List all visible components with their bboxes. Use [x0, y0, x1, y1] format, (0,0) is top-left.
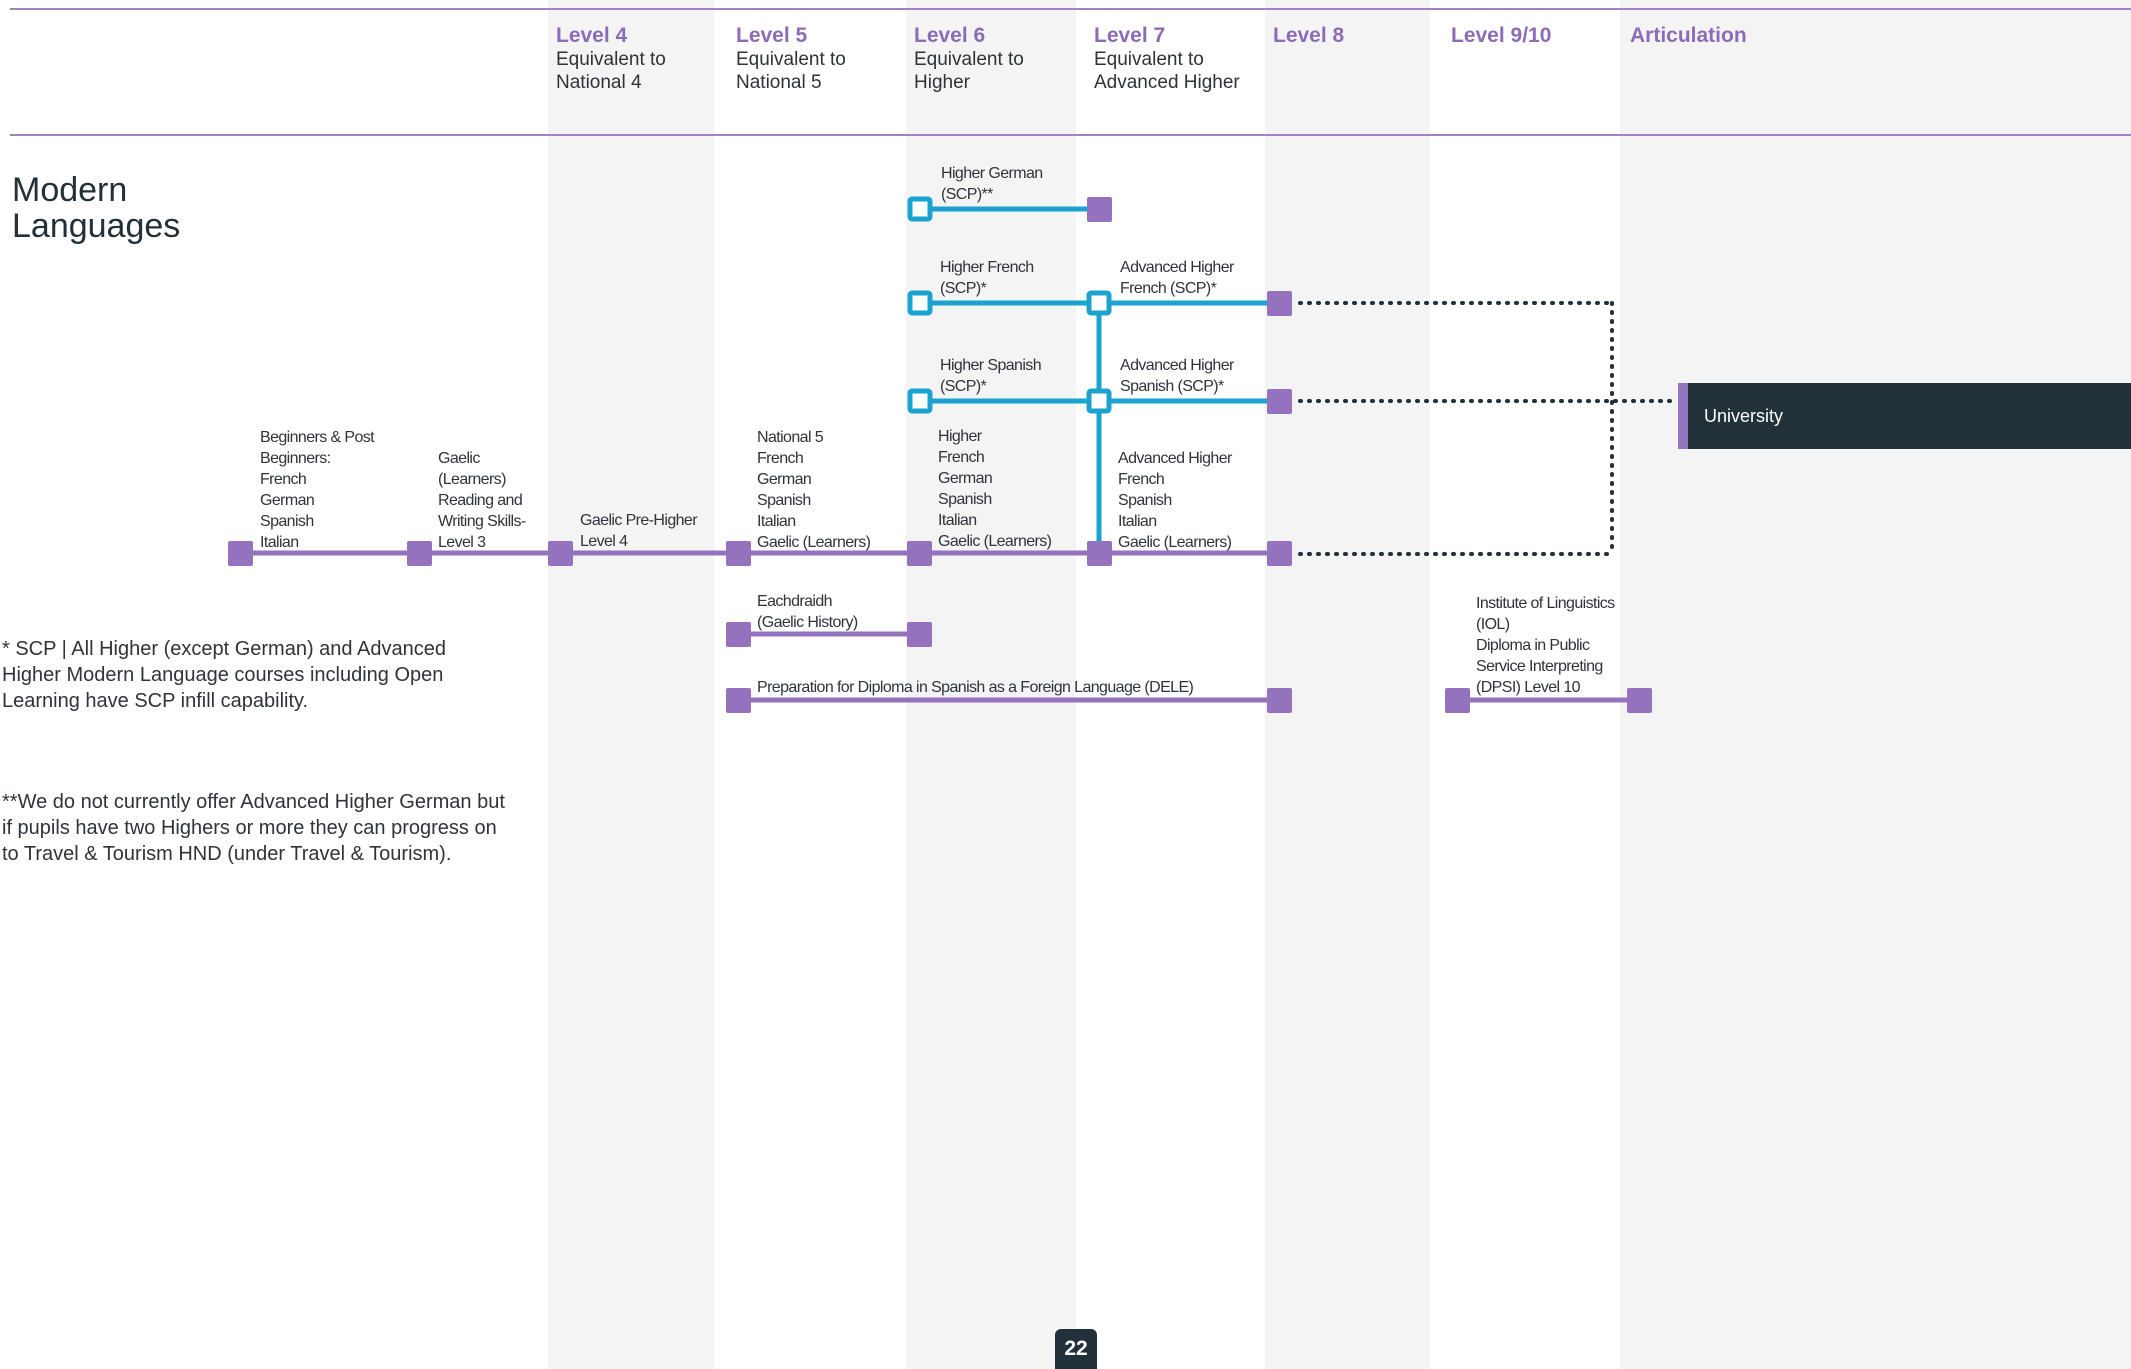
adv-spanish-label: Advanced Higher Spanish (SCP)* [1120, 357, 1234, 395]
eachdraidh-label: Eachdraidh (Gaelic History) [757, 593, 858, 631]
gaelic-level3-node [407, 541, 432, 566]
advanced-higher-node [1087, 541, 1112, 566]
higher-german-end-node [1087, 197, 1112, 222]
eachdraidh-start-node [726, 622, 751, 647]
national5-label: National 5 French German Spanish Italian… [757, 429, 871, 551]
scp-footnote: * SCP | All Higher (except German) and A… [2, 638, 446, 712]
eachdraidh-end-node [907, 622, 932, 647]
iol-start-node [1445, 688, 1470, 713]
adv-french-end-node [1267, 291, 1292, 316]
higher-node [907, 541, 932, 566]
adv-french-label: Advanced Higher French (SCP)* [1120, 259, 1234, 297]
dele-start-node [726, 688, 751, 713]
dele-end-node [1267, 688, 1292, 713]
beginners-label: Beginners & Post Beginners: French Germa… [260, 429, 375, 551]
iol-end-node [1627, 688, 1652, 713]
higher-german-label: Higher German (SCP)** [941, 165, 1043, 203]
gaelic-learners-label: Gaelic (Learners) Reading and Writing Sk… [438, 450, 526, 551]
gaelic-pre-higher-label: Gaelic Pre-Higher Level 4 [580, 512, 698, 550]
higher-spanish-label: Higher Spanish (SCP)* [940, 357, 1042, 395]
level8-main-node [1267, 541, 1292, 566]
higher-list-label: Higher French German Spanish Italian Gae… [938, 428, 1052, 550]
page-number: 22 [1055, 1329, 1097, 1369]
german-footnote: **We do not currently offer Advanced Hig… [2, 791, 505, 865]
higher-french-label: Higher French (SCP)* [940, 259, 1034, 297]
national5-node [726, 541, 751, 566]
adv-spanish-end-node [1267, 389, 1292, 414]
university-destination: University [1678, 383, 2131, 449]
dele-label: Preparation for Diploma in Spanish as a … [757, 679, 1194, 696]
beginners-node [228, 541, 253, 566]
gaelic-pre-higher-node [548, 541, 573, 566]
iol-label: Institute of Linguistics (IOL) Diploma i… [1476, 595, 1615, 696]
advanced-higher-list-label: Advanced Higher French Spanish Italian G… [1118, 450, 1232, 551]
